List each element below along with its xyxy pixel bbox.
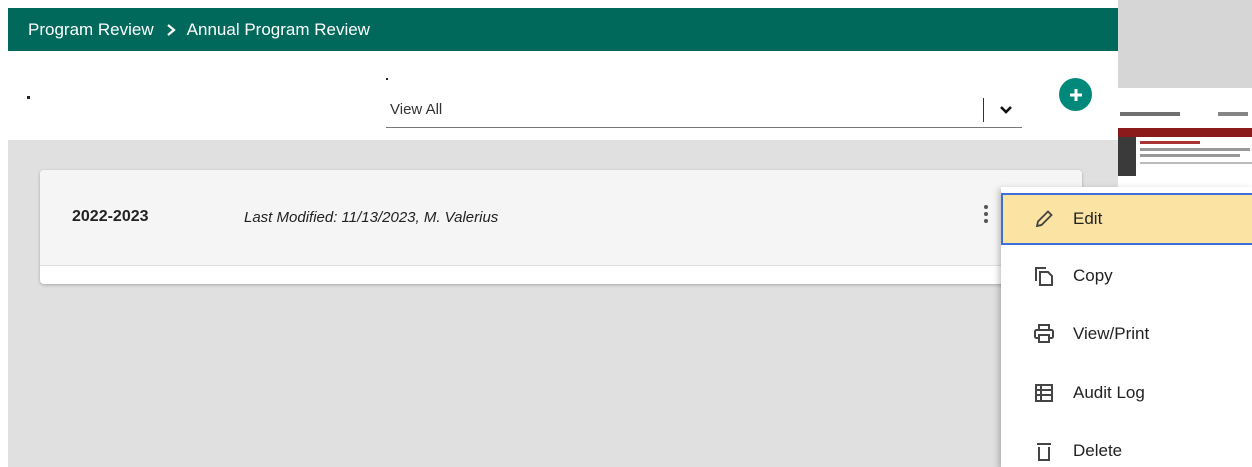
pencil-icon [1033, 208, 1055, 230]
chevron-right-icon [166, 23, 176, 36]
view-filter-value: View All [390, 101, 443, 118]
placeholder-dot [27, 96, 30, 99]
menu-item-audit-log[interactable]: Audit Log [1001, 367, 1252, 419]
copy-icon [1033, 265, 1055, 287]
select-separator [983, 97, 984, 122]
plus-icon [1069, 88, 1082, 101]
menu-item-label: Delete [1073, 441, 1123, 460]
menu-item-delete[interactable]: Delete [1001, 425, 1252, 467]
breadcrumb: Program Review Annual Program Review [8, 8, 1118, 51]
add-button[interactable] [1059, 78, 1092, 111]
more-options-icon[interactable] [978, 200, 994, 228]
breadcrumb-current: Annual Program Review [186, 19, 370, 39]
menu-item-label: Copy [1073, 266, 1113, 285]
menu-item-view-print[interactable]: View/Print [1001, 308, 1252, 360]
trash-icon [1033, 440, 1055, 462]
review-row[interactable]: 2022-2023 Last Modified: 11/13/2023, M. … [40, 170, 1082, 266]
menu-item-label: View/Print [1073, 324, 1150, 343]
app-root: Program Review Annual Program Review Vie… [0, 0, 1252, 467]
review-card: 2022-2023 Last Modified: 11/13/2023, M. … [40, 170, 1082, 284]
chevron-down-icon[interactable] [998, 102, 1014, 118]
menu-item-label: Audit Log [1073, 383, 1145, 402]
menu-item-edit[interactable]: Edit [1001, 193, 1252, 245]
page-thumbnail [1118, 88, 1252, 176]
list-icon [1033, 382, 1055, 404]
last-modified: Last Modified: 11/13/2023, M. Valerius [244, 209, 499, 226]
breadcrumb-parent[interactable]: Program Review [28, 20, 154, 40]
review-year: 2022-2023 [72, 208, 149, 225]
view-filter-select[interactable]: View All [386, 92, 1022, 128]
menu-item-label: Edit [1073, 209, 1103, 228]
placeholder-dot [386, 78, 388, 80]
context-menu: Edit Copy View/Print Audit Log Delete [1001, 187, 1252, 467]
menu-item-copy[interactable]: Copy [1001, 250, 1252, 302]
print-icon [1033, 323, 1055, 345]
